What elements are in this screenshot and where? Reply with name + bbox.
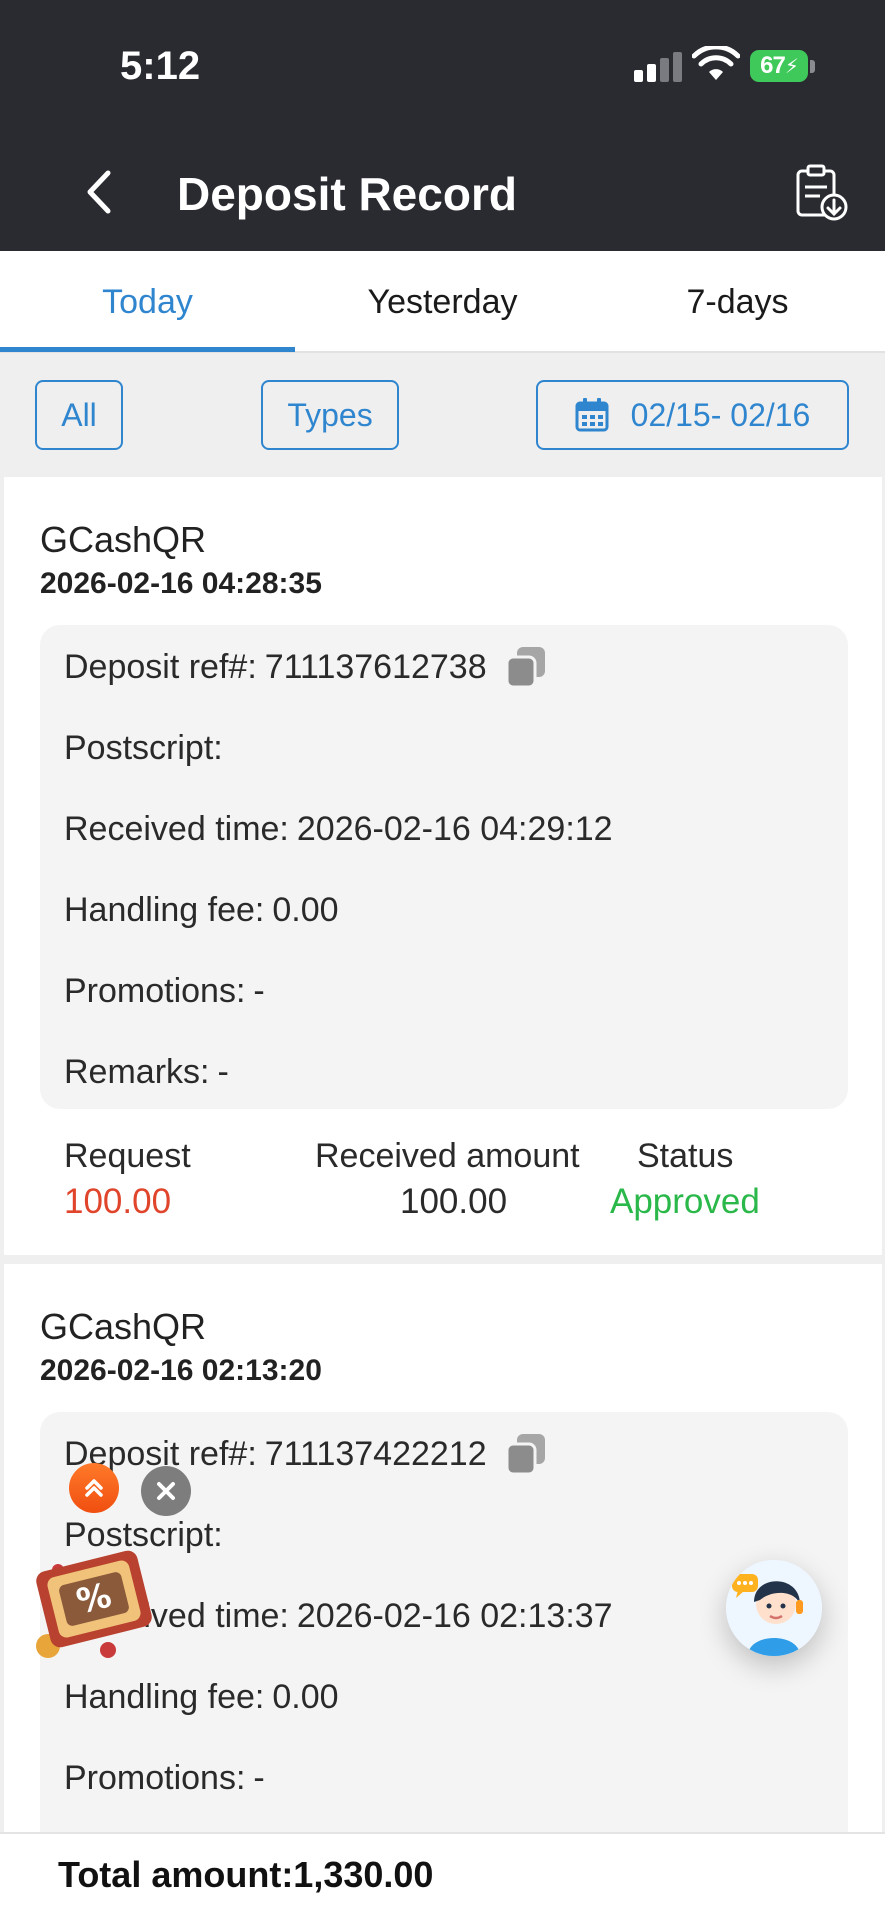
promotions-label: Promotions: [64, 971, 246, 1010]
handling-fee-row: Handling fee: 0.00 [64, 1669, 339, 1725]
filter-all-button[interactable]: All [35, 380, 123, 450]
payment-method: GCashQR [40, 1306, 207, 1347]
wifi-icon [692, 46, 740, 80]
close-promo-button[interactable] [141, 1466, 191, 1516]
received-amount-label: Received amount [315, 1137, 580, 1175]
promotions-label: Promotions: [64, 1758, 246, 1797]
request-label: Request [64, 1137, 191, 1175]
postscript-label: Postscript: [64, 728, 223, 767]
close-icon [157, 1482, 175, 1500]
page-title: Deposit Record [177, 168, 517, 220]
status-badge: Approved [610, 1182, 760, 1221]
remarks-label: Remarks: [64, 1052, 210, 1091]
received-time-value: 2026-02-16 04:29:12 [296, 809, 613, 848]
support-agent-icon [726, 1560, 822, 1656]
tab-today[interactable]: Today [0, 251, 295, 353]
copy-icon[interactable] [503, 644, 549, 690]
promotions-row: Promotions: - [64, 1750, 265, 1806]
app-header: Deposit Record [0, 135, 885, 251]
filter-bar: All Types 02/15- 02/16 [0, 353, 885, 475]
double-chevron-up-icon [85, 1479, 103, 1497]
tab-yesterday[interactable]: Yesterday [295, 251, 590, 353]
status-label: Status [637, 1137, 734, 1175]
record-details: Deposit ref#: 711137612738 Postscript: R… [40, 625, 848, 1109]
payment-method: GCashQR [40, 519, 207, 560]
remarks-row: Remarks: - [64, 1044, 229, 1100]
received-time-value: 2026-02-16 02:13:37 [296, 1596, 613, 1635]
tab-7-days[interactable]: 7-days [590, 251, 885, 353]
deposit-ref-value: 711137612738 [264, 647, 487, 686]
promotions-value: - [253, 971, 265, 1010]
cellular-signal-icon [634, 52, 682, 82]
battery-level: 67 [760, 52, 786, 79]
date-range-button[interactable]: 02/15- 02/16 [536, 380, 849, 450]
record-datetime: 2026-02-16 04:28:35 [40, 567, 322, 600]
battery-cap [810, 60, 815, 73]
total-amount: Total amount:1,330.00 [58, 1854, 434, 1895]
promotions-value: - [253, 1758, 265, 1797]
received-time-row: Received time: 2026-02-16 04:29:12 [64, 801, 613, 857]
handling-fee-label: Handling fee: [64, 1677, 265, 1716]
deposit-ref-row: Deposit ref#: 711137612738 [64, 639, 549, 695]
deposit-record-card[interactable]: GCashQR 2026-02-16 04:28:35 Deposit ref#… [4, 477, 882, 1255]
promotions-row: Promotions: - [64, 963, 265, 1019]
date-tabs: Today Yesterday 7-days [0, 251, 885, 353]
chevron-left-icon[interactable] [78, 165, 122, 219]
promo-discount-icon[interactable]: % [28, 1540, 164, 1664]
deposit-ref-label: Deposit ref#: [64, 647, 257, 686]
collapse-up-button[interactable] [69, 1463, 119, 1513]
handling-fee-row: Handling fee: 0.00 [64, 882, 339, 938]
request-amount: 100.00 [64, 1182, 172, 1221]
total-footer: Total amount:1,330.00 [0, 1832, 885, 1920]
received-amount-value: 100.00 [400, 1182, 508, 1221]
calendar-icon [575, 398, 609, 432]
customer-support-button[interactable] [726, 1560, 822, 1656]
status-bar: 5:12 67 ⚡ [0, 0, 885, 135]
status-time: 5:12 [120, 44, 201, 88]
copy-icon[interactable] [503, 1431, 549, 1477]
handling-fee-value: 0.00 [272, 1677, 339, 1716]
filter-types-button[interactable]: Types [261, 380, 399, 450]
remarks-value: - [217, 1052, 229, 1091]
date-range-label: 02/15- 02/16 [630, 396, 811, 433]
deposit-ref-value: 711137422212 [264, 1434, 487, 1473]
received-time-label: Received time: [64, 809, 289, 848]
handling-fee-value: 0.00 [272, 890, 339, 929]
clipboard-download-icon[interactable] [790, 163, 850, 223]
record-datetime: 2026-02-16 02:13:20 [40, 1354, 322, 1387]
battery-charging-icon: 67 ⚡ [750, 50, 808, 82]
active-tab-indicator [0, 347, 295, 352]
handling-fee-label: Handling fee: [64, 890, 265, 929]
postscript-row: Postscript: [64, 720, 231, 776]
deposit-ref-row: Deposit ref#: 711137422212 [64, 1426, 549, 1482]
